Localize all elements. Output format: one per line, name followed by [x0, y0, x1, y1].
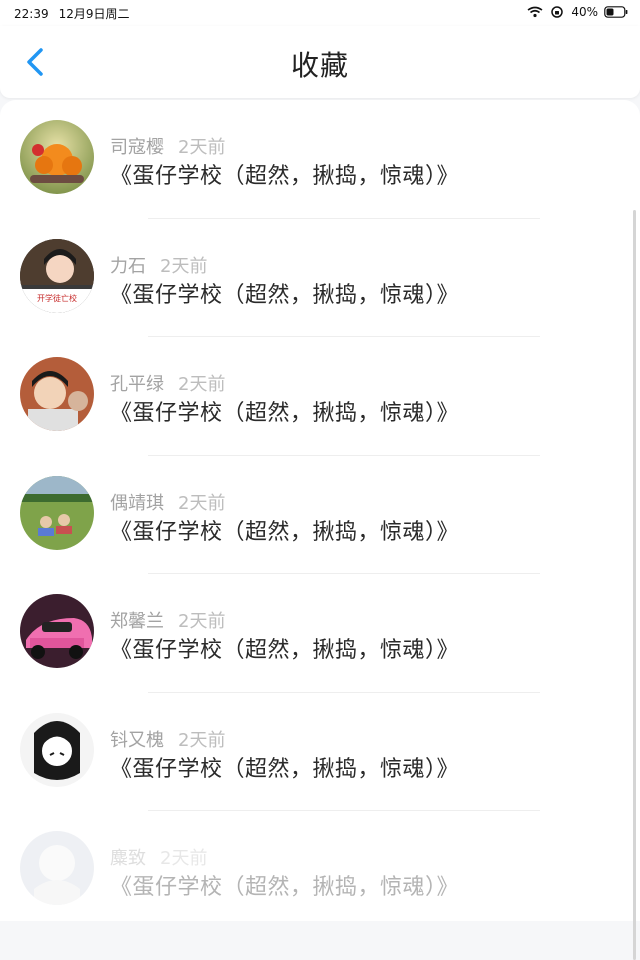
timestamp: 2天前 [178, 137, 226, 158]
timestamp: 2天前 [178, 729, 226, 751]
item-title: 《蛋仔学校（超然，揪捣，惊魂）》 [110, 638, 460, 663]
meta-line: 力石 2天前 [110, 252, 207, 278]
status-left: 22:39 12月9日周二 [14, 5, 130, 22]
meta-line: 司寇樱 2天前 [110, 133, 225, 159]
author-name: 钭又槐 [110, 729, 164, 751]
meta-line: 麋致 2天前 [110, 844, 207, 870]
status-bar: 22:39 12月9日周二 40% [0, 0, 640, 26]
page-title: 收藏 [290, 49, 349, 82]
list-item[interactable]: 钭又槐 2天前 《蛋仔学校（超然，揪捣，惊魂）》 [0, 693, 640, 811]
list-item[interactable]: 偶靖琪 2天前 《蛋仔学校（超然，揪捣，惊魂）》 [0, 456, 640, 574]
avatar [20, 594, 94, 668]
timestamp: 2天前 [160, 255, 208, 277]
author-name: 麋致 [110, 848, 146, 869]
favorites-list: 司寇樱 2天前 《蛋仔学校（超然，揪捣，惊魂）》 开学徒亡校 力石 2天前 《蛋… [0, 100, 640, 960]
item-title: 《蛋仔学校（超然，揪捣，惊魂）》 [110, 401, 460, 426]
meta-line: 孔平绿 2天前 [110, 370, 225, 396]
list-item[interactable]: 麋致 2天前 《蛋仔学校（超然，揪捣，惊魂）》 [0, 811, 640, 930]
status-right: 40% [527, 5, 628, 19]
battery-percent: 40% [571, 5, 598, 19]
author-name: 力石 [110, 255, 146, 277]
wifi-icon [527, 6, 543, 18]
status-time: 22:39 [14, 6, 49, 21]
meta-line: 偶靖琪 2天前 [110, 489, 225, 515]
item-title: 《蛋仔学校（超然，揪捣，惊魂）》 [110, 519, 460, 545]
meta-line: 郑馨兰 2天前 [110, 607, 225, 633]
avatar [20, 475, 94, 550]
avatar [20, 120, 94, 194]
avatar-caption: 开学徒亡校 [37, 293, 77, 303]
author-name: 孔平绿 [110, 374, 164, 395]
item-title: 《蛋仔学校（超然，揪捣，惊魂）》 [110, 756, 460, 782]
status-date: 12月9日周二 [58, 7, 130, 21]
list-item[interactable]: 开学徒亡校 力石 2天前 《蛋仔学校（超然，揪捣，惊魂）》 [0, 219, 640, 337]
item-title: 《蛋仔学校（超然，揪捣，惊魂）》 [110, 875, 460, 900]
item-title: 《蛋仔学校（超然，揪捣，惊魂）》 [110, 164, 460, 189]
timestamp: 2天前 [178, 374, 226, 395]
avatar [20, 831, 94, 905]
header: 收藏 [0, 26, 640, 98]
avatar: 开学徒亡校 [20, 238, 94, 313]
timestamp: 2天前 [160, 848, 208, 869]
list-item[interactable]: 司寇樱 2天前 《蛋仔学校（超然，揪捣，惊魂）》 [0, 100, 640, 219]
item-title: 《蛋仔学校（超然，揪捣，惊魂）》 [110, 282, 460, 308]
avatar [20, 357, 94, 431]
list-item[interactable]: 郑馨兰 2天前 《蛋仔学校（超然，揪捣，惊魂）》 [0, 574, 640, 693]
meta-line: 钭又槐 2天前 [110, 726, 225, 752]
timestamp: 2天前 [178, 611, 226, 632]
avatar [20, 712, 94, 787]
author-name: 郑馨兰 [110, 611, 164, 632]
list-item[interactable]: 孔平绿 2天前 《蛋仔学校（超然，揪捣，惊魂）》 [0, 337, 640, 456]
timestamp: 2天前 [178, 492, 226, 514]
author-name: 司寇樱 [110, 137, 164, 158]
rotation-lock-icon [549, 6, 565, 18]
battery-icon [604, 6, 628, 18]
author-name: 偶靖琪 [110, 492, 164, 514]
scrollbar[interactable] [633, 210, 636, 960]
